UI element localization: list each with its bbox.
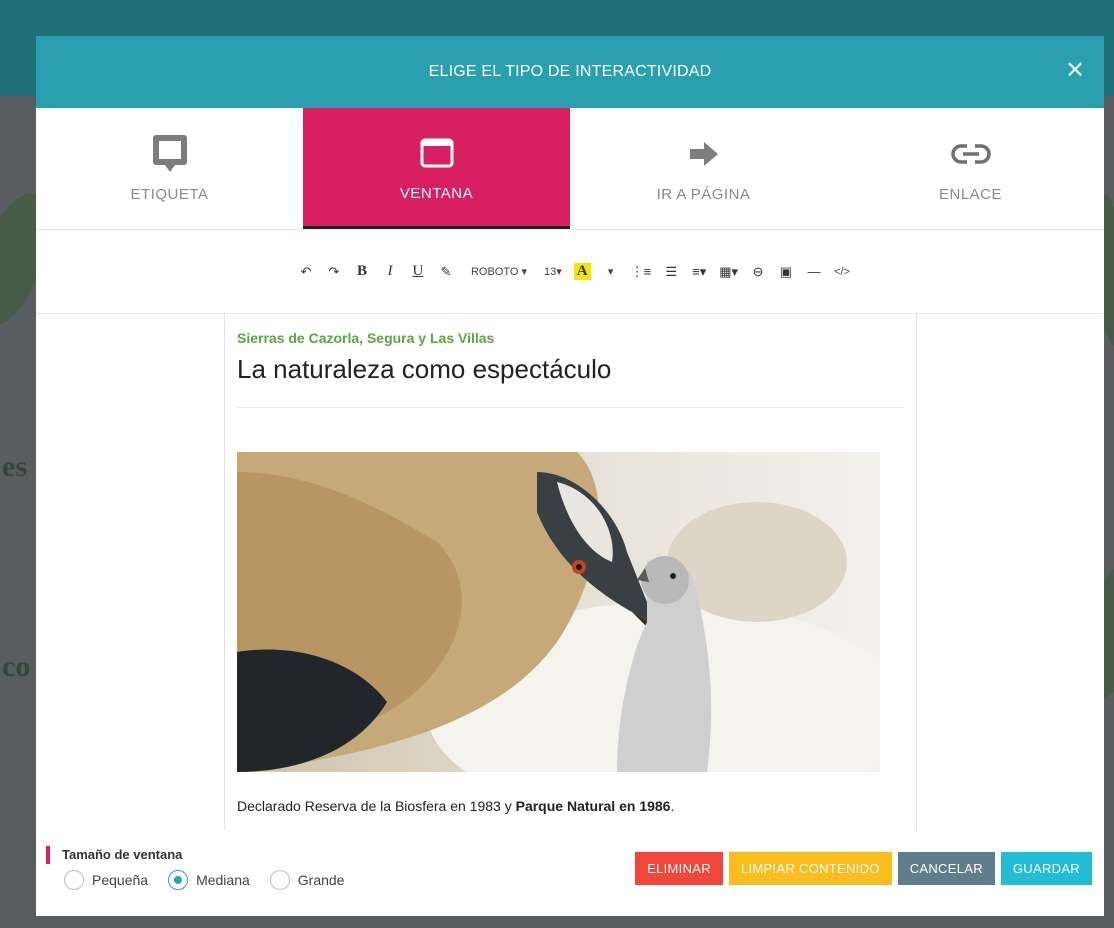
radio-label: Mediana [196, 872, 250, 888]
ordered-list-button[interactable]: ⋮≡ [626, 259, 657, 285]
document-caption: Declarado Reserva de la Biosfera en 1983… [237, 798, 904, 814]
delete-button[interactable]: ELIMINAR [635, 852, 723, 885]
caption-end: . [670, 798, 675, 814]
text-color-glyph: A [573, 263, 591, 280]
modal-header: ELIGE EL TIPO DE INTERACTIVIDAD ✕ [36, 36, 1104, 108]
vulture-photo [237, 452, 880, 772]
image-button[interactable]: ▣ [773, 259, 799, 285]
clear-content-button[interactable]: LIMPIAR CONTENIDO [728, 852, 892, 885]
radio-circle [269, 870, 290, 890]
undo-button[interactable]: ↶ [293, 259, 319, 285]
tab-etiqueta[interactable]: ETIQUETA [36, 108, 303, 229]
interactivity-modal: ELIGE EL TIPO DE INTERACTIVIDAD ✕ ETIQUE… [36, 36, 1104, 916]
size-option-grande[interactable]: Grande [269, 870, 345, 890]
size-option-mediana[interactable]: Mediana [168, 870, 250, 890]
tab-label: VENTANA [399, 184, 474, 202]
editor-area: Sierras de Cazorla, Segura y Las Villas … [36, 314, 1104, 830]
save-button[interactable]: GUARDAR [1000, 852, 1092, 885]
document-title: La naturaleza como espectáculo [237, 354, 612, 384]
font-family-select[interactable]: ROBOTO ▾ [461, 259, 537, 285]
background-text-fragment: co [2, 650, 31, 683]
window-size-options: Pequeña Mediana Grande [64, 870, 364, 890]
tab-ir-a-pagina[interactable]: IR A PÁGINA [570, 108, 837, 229]
modal-title: ELIGE EL TIPO DE INTERACTIVIDAD [428, 63, 712, 80]
document-content: Sierras de Cazorla, Segura y Las Villas … [225, 314, 916, 814]
tab-label: IR A PÁGINA [656, 186, 751, 203]
document-kicker: Sierras de Cazorla, Segura y Las Villas [237, 330, 495, 346]
tab-label: ETIQUETA [130, 186, 209, 203]
size-option-pequena[interactable]: Pequeña [64, 870, 148, 890]
tab-label: ENLACE [938, 186, 1003, 203]
link-icon [950, 134, 991, 174]
eraser-button[interactable]: ✎ [433, 259, 459, 285]
italic-glyph: I [387, 263, 393, 279]
tab-ventana[interactable]: VENTANA [303, 108, 570, 229]
close-button[interactable]: ✕ [1062, 58, 1088, 84]
horizontal-rule-button[interactable]: — [801, 259, 827, 285]
tab-enlace[interactable]: ENLACE [837, 108, 1104, 229]
document-canvas[interactable]: Sierras de Cazorla, Segura y Las Villas … [224, 314, 917, 830]
radio-dot [174, 876, 183, 884]
comment-box-icon [152, 134, 188, 174]
code-view-button[interactable]: </> [829, 259, 855, 285]
background-text-fragment: es [2, 450, 27, 483]
arrow-right-icon [688, 134, 720, 174]
underline-button[interactable]: U [405, 259, 431, 285]
radio-label: Pequeña [92, 872, 149, 888]
radio-circle [64, 870, 84, 890]
editor-toolbar: ↶ ↷ B I U ✎ ROBOTO ▾ 13▾ A ▾ ⋮≡ ☰ ≡▾ ▦▾ … [36, 230, 1104, 314]
table-button[interactable]: ▦▾ [714, 259, 743, 285]
window-size-label: Tamaño de ventana [46, 846, 182, 864]
caption-text: Declarado Reserva de la Biosfera en 1983… [237, 798, 516, 814]
font-size-select[interactable]: 13▾ [539, 259, 567, 285]
text-color-button[interactable]: A [569, 259, 596, 285]
italic-button[interactable]: I [377, 259, 403, 285]
window-icon [420, 133, 454, 173]
color-dropdown-arrow[interactable]: ▾ [598, 259, 624, 285]
caption-bold-text: Parque Natural en 1986 [515, 798, 671, 814]
bold-glyph: B [356, 263, 367, 279]
unordered-list-button[interactable]: ☰ [658, 259, 684, 285]
interactivity-tabs: ETIQUETA VENTANA IR A PÁGINA ENLACE [36, 108, 1104, 230]
radio-circle [168, 870, 189, 890]
document-divider [237, 407, 904, 408]
redo-button[interactable]: ↷ [321, 259, 347, 285]
modal-footer: Tamaño de ventana Pequeña Mediana Grande… [36, 830, 1104, 916]
footer-actions: ELIMINAR LIMPIAR CONTENIDO CANCELAR GUAR… [629, 852, 1092, 885]
align-button[interactable]: ≡▾ [686, 259, 712, 285]
link-button[interactable]: ⊖ [745, 259, 771, 285]
radio-label: Grande [297, 872, 345, 888]
underline-glyph: U [412, 263, 424, 279]
bold-button[interactable]: B [349, 259, 375, 285]
cancel-button[interactable]: CANCELAR [897, 852, 995, 885]
